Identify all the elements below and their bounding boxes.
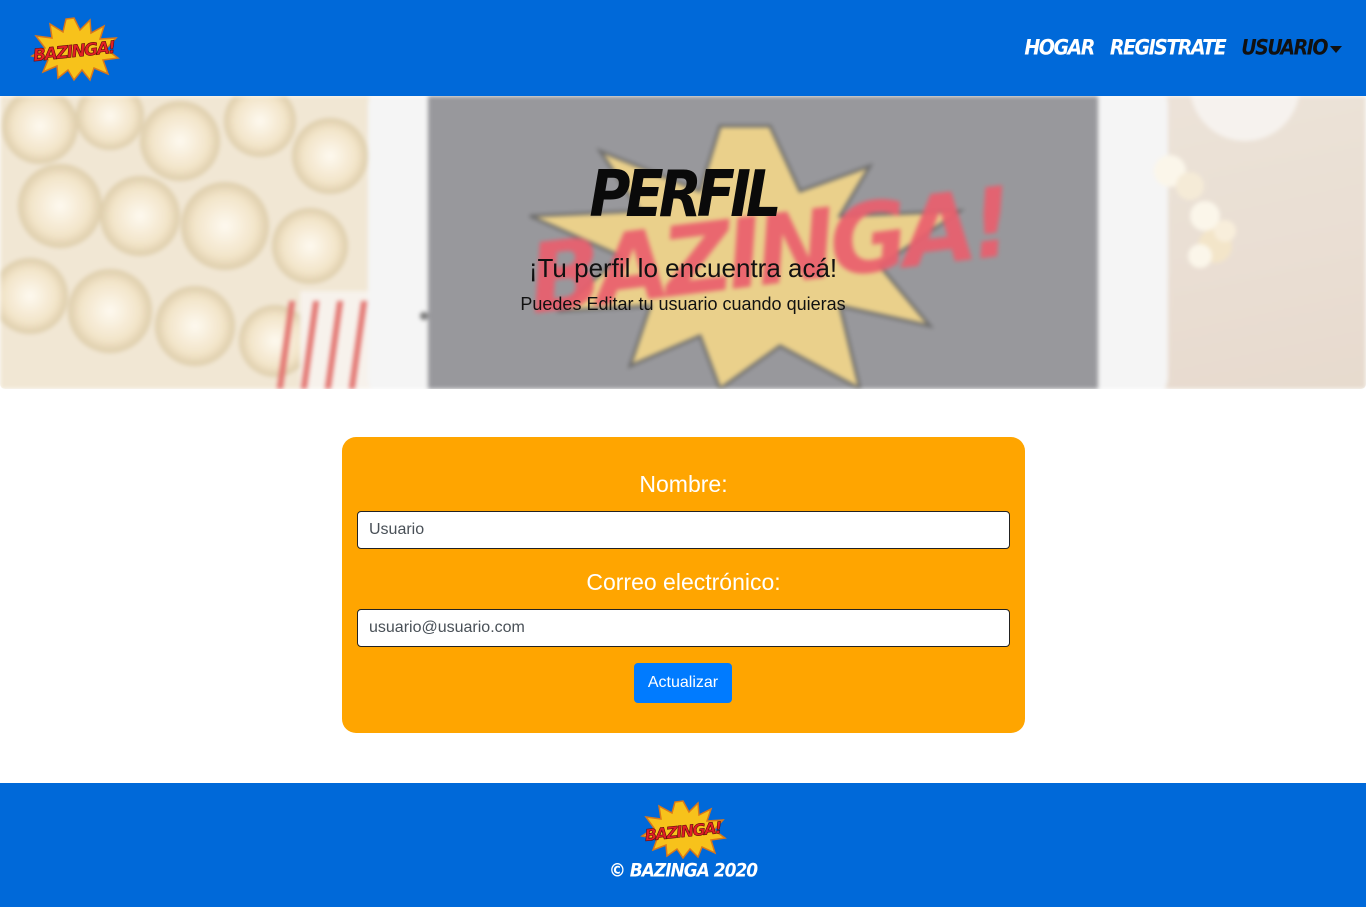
name-label: Nombre: (639, 471, 728, 497)
user-dropdown-toggle[interactable]: Usuario (1241, 36, 1342, 60)
nav-links: Hogar Registrate Usuario (1024, 32, 1342, 64)
email-input[interactable] (357, 609, 1010, 647)
email-label: Correo electrónico: (586, 569, 781, 595)
hero-background-image: BAZINGA! (0, 96, 1366, 389)
nav-user-link[interactable]: Usuario (1241, 36, 1328, 60)
footer-copyright: © Bazinga 2020 (608, 860, 758, 882)
caret-down-icon (1330, 45, 1342, 53)
update-button[interactable]: Actualizar (634, 663, 732, 703)
navbar: BAZINGA! Hogar Registrate Usuario (0, 0, 1366, 96)
footer-logo-icon: BAZINGA! (640, 800, 727, 859)
hero-banner: BAZINGA! Perfil ¡Tu perfil lo encuentra … (0, 96, 1366, 389)
nav-register-link[interactable]: Registrate (1110, 36, 1227, 60)
brand-logo-icon[interactable]: BAZINGA! (28, 16, 120, 82)
nav-home-link[interactable]: Hogar (1024, 36, 1095, 60)
hero-description: Puedes Editar tu usuario cuando quieras (520, 294, 846, 314)
name-input[interactable] (357, 511, 1010, 549)
profile-form-card: Nombre: Correo electrónico: Actualizar (342, 437, 1025, 733)
page-title: Perfil (589, 157, 781, 232)
hero-subtitle: ¡Tu perfil lo encuentra acá! (528, 253, 838, 283)
footer: BAZINGA! © Bazinga 2020 (0, 783, 1366, 907)
